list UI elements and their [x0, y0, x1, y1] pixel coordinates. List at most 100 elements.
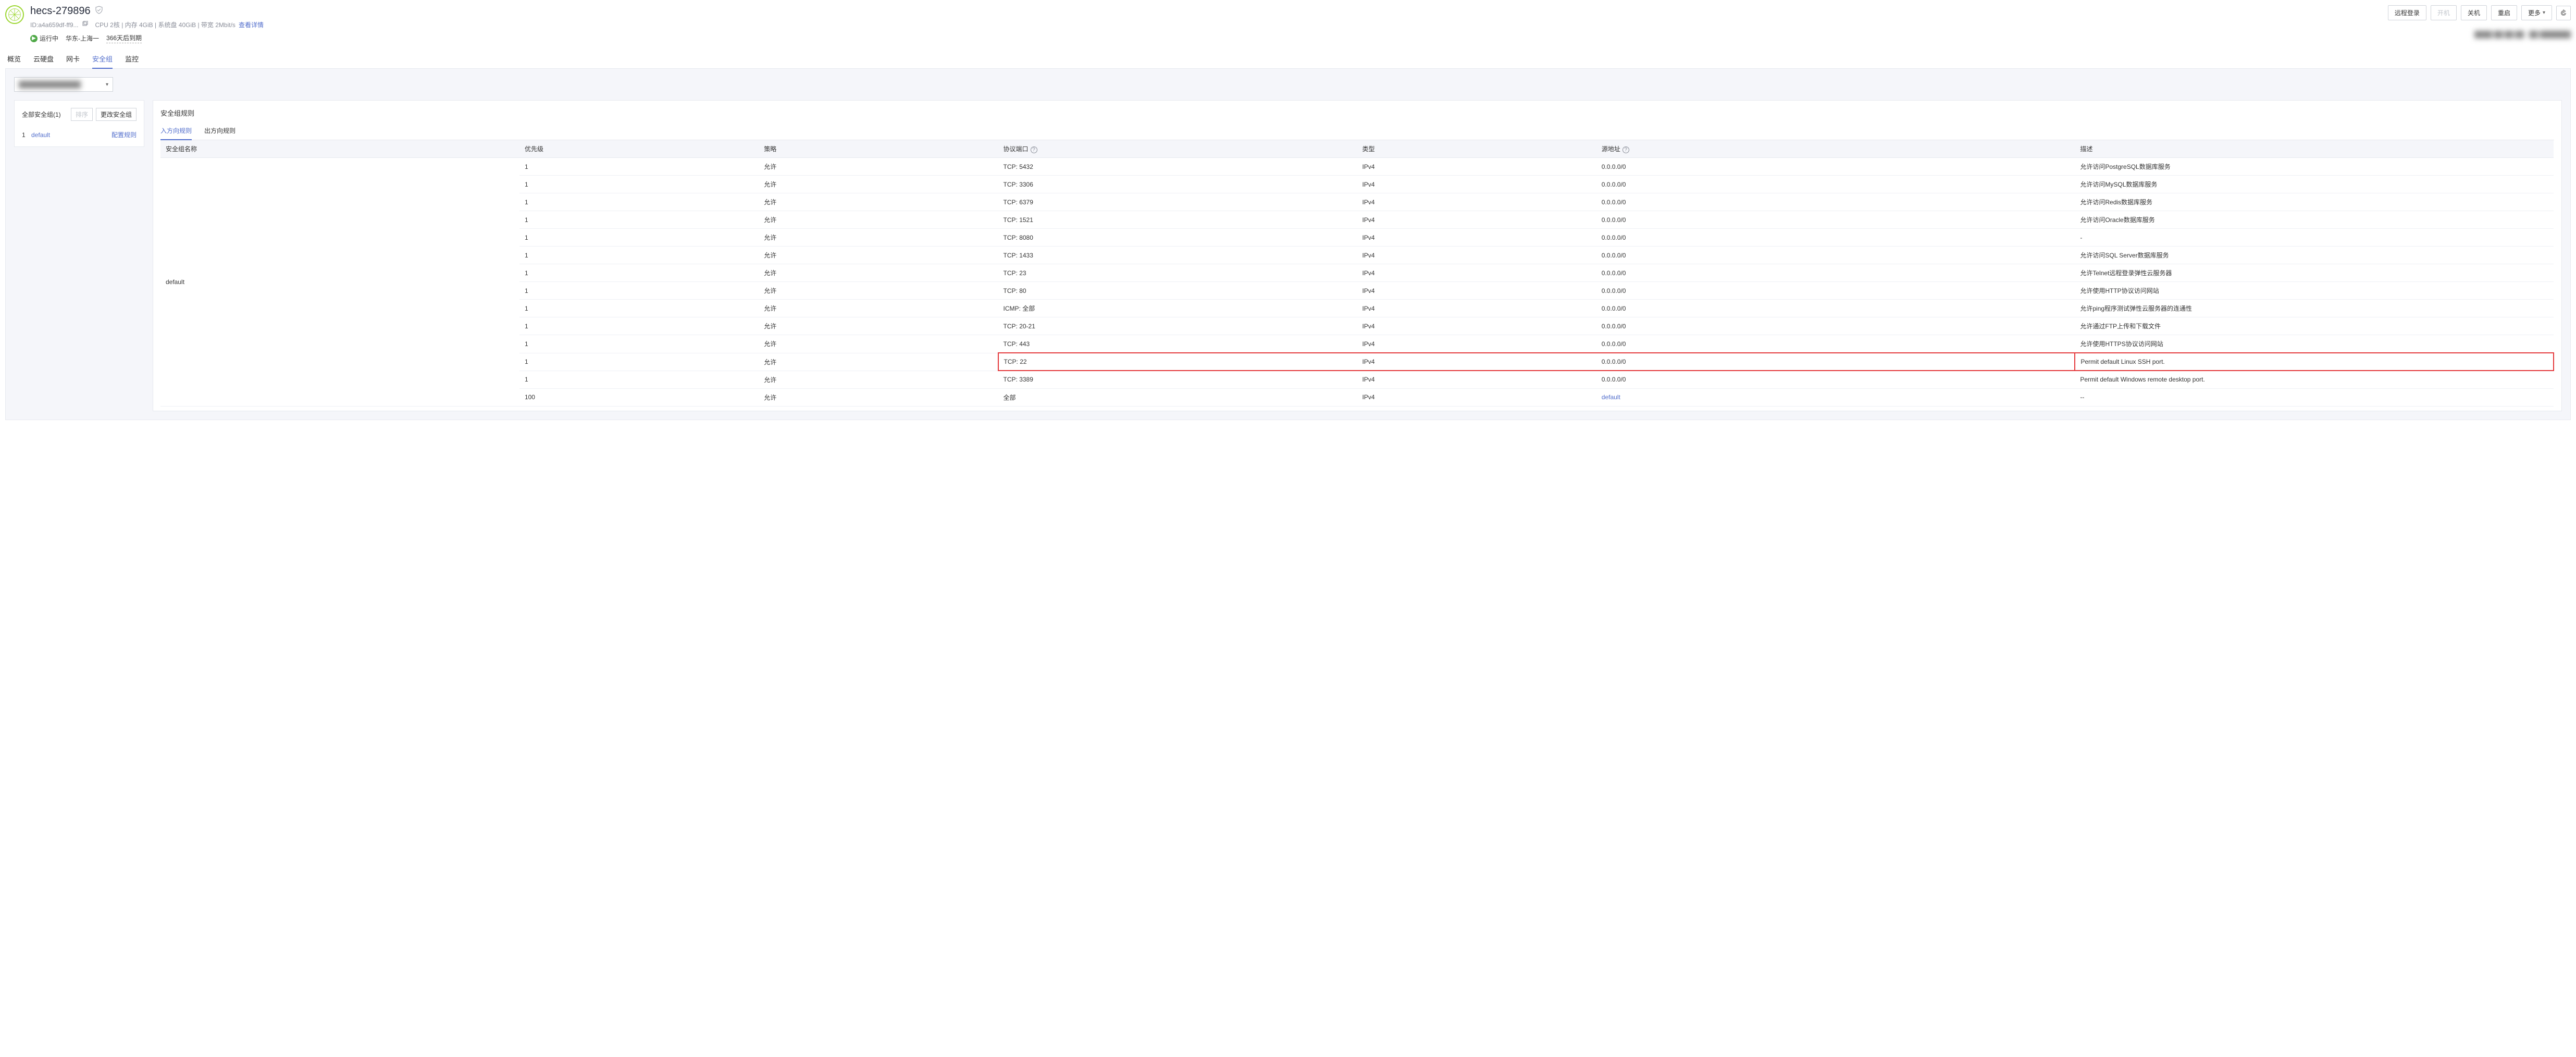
desc-cell: 允许访问Oracle数据库服务 — [2075, 211, 2554, 229]
stop-button[interactable]: 关机 — [2461, 5, 2487, 20]
desc-cell: 允许使用HTTP协议访问网站 — [2075, 282, 2554, 300]
tab-outbound[interactable]: 出方向规则 — [204, 122, 236, 140]
all-sg-label: 全部安全组(1) — [22, 110, 61, 119]
sg-list-item: 1 default 配置规则 — [22, 130, 137, 139]
desc-cell: 允许访问Redis数据库服务 — [2075, 193, 2554, 211]
sg-item-name[interactable]: default — [31, 131, 50, 139]
table-row: 1允许TCP: 20-21IPv40.0.0.0/0允许通过FTP上传和下载文件 — [160, 317, 2554, 335]
help-icon[interactable]: ? — [1031, 146, 1037, 153]
cell: IPv4 — [1357, 229, 1596, 247]
tab-body: ██████████████ ▾ 全部安全组(1) 排序 更改安全组 1 def… — [5, 69, 2571, 420]
source-cell: 0.0.0.0/0 — [1596, 264, 2075, 282]
change-sg-button[interactable]: 更改安全组 — [96, 108, 137, 121]
cell: 1 — [519, 247, 759, 264]
col-source: 源地址? — [1596, 140, 2075, 158]
source-cell: 0.0.0.0/0 — [1596, 282, 2075, 300]
remote-login-button[interactable]: 远程登录 — [2388, 5, 2426, 20]
source-cell: 0.0.0.0/0 — [1596, 229, 2075, 247]
source-cell: 0.0.0.0/0 — [1596, 211, 2075, 229]
col-desc: 描述 — [2075, 140, 2554, 158]
refresh-icon — [2560, 9, 2567, 17]
cell: 1 — [519, 264, 759, 282]
tab-security-groups[interactable]: 安全组 — [92, 50, 113, 69]
nic-selector[interactable]: ██████████████ ▾ — [14, 77, 113, 92]
cell: TCP: 3306 — [998, 176, 1357, 193]
cell: TCP: 20-21 — [998, 317, 1357, 335]
desc-cell: 允许Telnet远程登录弹性云服务器 — [2075, 264, 2554, 282]
cell: 允许 — [759, 193, 998, 211]
sg-item-config-link[interactable]: 配置规则 — [112, 130, 137, 139]
status-label: 运行中 — [40, 34, 58, 43]
cell: TCP: 80 — [998, 282, 1357, 300]
cell: 允许 — [759, 211, 998, 229]
tab-overview[interactable]: 概览 — [7, 50, 21, 68]
cell: 1 — [519, 353, 759, 371]
desc-cell: Permit default Linux SSH port. — [2075, 353, 2554, 371]
cell: 100 — [519, 388, 759, 406]
chevron-down-icon: ▾ — [106, 82, 108, 88]
cell: 1 — [519, 211, 759, 229]
cell: IPv4 — [1357, 176, 1596, 193]
cell: IPv4 — [1357, 247, 1596, 264]
rule-direction-tabs: 入方向规则 出方向规则 — [160, 122, 2554, 140]
cell: IPv4 — [1357, 211, 1596, 229]
source-cell: 0.0.0.0/0 — [1596, 317, 2075, 335]
source-cell: 0.0.0.0/0 — [1596, 300, 2075, 317]
cell: IPv4 — [1357, 158, 1596, 176]
expiry-label[interactable]: 366天后到期 — [106, 33, 142, 43]
cell: TCP: 23 — [998, 264, 1357, 282]
region-label: 华东-上海一 — [66, 34, 99, 43]
cell: 允许 — [759, 247, 998, 264]
tab-monitoring[interactable]: 监控 — [125, 50, 139, 68]
source-cell[interactable]: default — [1596, 388, 2075, 406]
cell: 允许 — [759, 353, 998, 371]
sg-item-index: 1 — [22, 131, 26, 139]
cell: 允许 — [759, 229, 998, 247]
nic-selector-value: ██████████████ — [19, 81, 81, 88]
cell: TCP: 1433 — [998, 247, 1357, 264]
cell: 允许 — [759, 300, 998, 317]
desc-cell: 允许访问PostgreSQL数据库服务 — [2075, 158, 2554, 176]
cell: 允许 — [759, 158, 998, 176]
cell: IPv4 — [1357, 388, 1596, 406]
cell: 允许 — [759, 335, 998, 353]
cell: 允许 — [759, 388, 998, 406]
cell: 允许 — [759, 176, 998, 193]
start-button[interactable]: 开机 — [2431, 5, 2457, 20]
source-cell: 0.0.0.0/0 — [1596, 335, 2075, 353]
desc-cell: 允许ping程序测试弹性云服务器的连通性 — [2075, 300, 2554, 317]
table-row: 1允许TCP: 3389IPv40.0.0.0/0Permit default … — [160, 371, 2554, 388]
chevron-down-icon: ▾ — [2543, 10, 2545, 16]
desc-cell: - — [2075, 229, 2554, 247]
help-icon[interactable]: ? — [1623, 146, 1629, 153]
instance-title: hecs-279896 — [30, 5, 91, 17]
cell: TCP: 443 — [998, 335, 1357, 353]
instance-id: ID:a4a659df-ff9... — [30, 21, 79, 29]
more-button[interactable]: 更多▾ — [2521, 5, 2552, 20]
detail-link[interactable]: 查看详情 — [239, 20, 264, 29]
table-row: 1允许TCP: 22IPv40.0.0.0/0Permit default Li… — [160, 353, 2554, 371]
desc-cell: -- — [2075, 388, 2554, 406]
detail-tabs: 概览 云硬盘 网卡 安全组 监控 — [5, 50, 2571, 69]
tab-inbound[interactable]: 入方向规则 — [160, 122, 192, 140]
table-row: 1允许TCP: 23IPv40.0.0.0/0允许Telnet远程登录弹性云服务… — [160, 264, 2554, 282]
cell: 允许 — [759, 317, 998, 335]
rules-panel: 安全组规则 入方向规则 出方向规则 安全组名称 优先级 策略 协议端口? — [153, 100, 2562, 411]
rules-title: 安全组规则 — [160, 108, 2554, 118]
copy-icon[interactable] — [82, 21, 88, 29]
status-running-icon: ▶ — [30, 35, 38, 42]
tab-disks[interactable]: 云硬盘 — [33, 50, 54, 68]
restart-button[interactable]: 重启 — [2491, 5, 2517, 20]
cell: 1 — [519, 176, 759, 193]
tab-nics[interactable]: 网卡 — [66, 50, 80, 68]
cell: 1 — [519, 158, 759, 176]
source-cell: 0.0.0.0/0 — [1596, 158, 2075, 176]
table-row: 1允许TCP: 80IPv40.0.0.0/0允许使用HTTP协议访问网站 — [160, 282, 2554, 300]
cell: IPv4 — [1357, 300, 1596, 317]
obscured-info: ████ ██ ██ ██ ██ ███████ — [2474, 31, 2571, 38]
refresh-button[interactable] — [2556, 6, 2571, 20]
sort-button[interactable]: 排序 — [71, 108, 93, 121]
desc-cell: Permit default Windows remote desktop po… — [2075, 371, 2554, 388]
cell: IPv4 — [1357, 371, 1596, 388]
cell: 1 — [519, 229, 759, 247]
